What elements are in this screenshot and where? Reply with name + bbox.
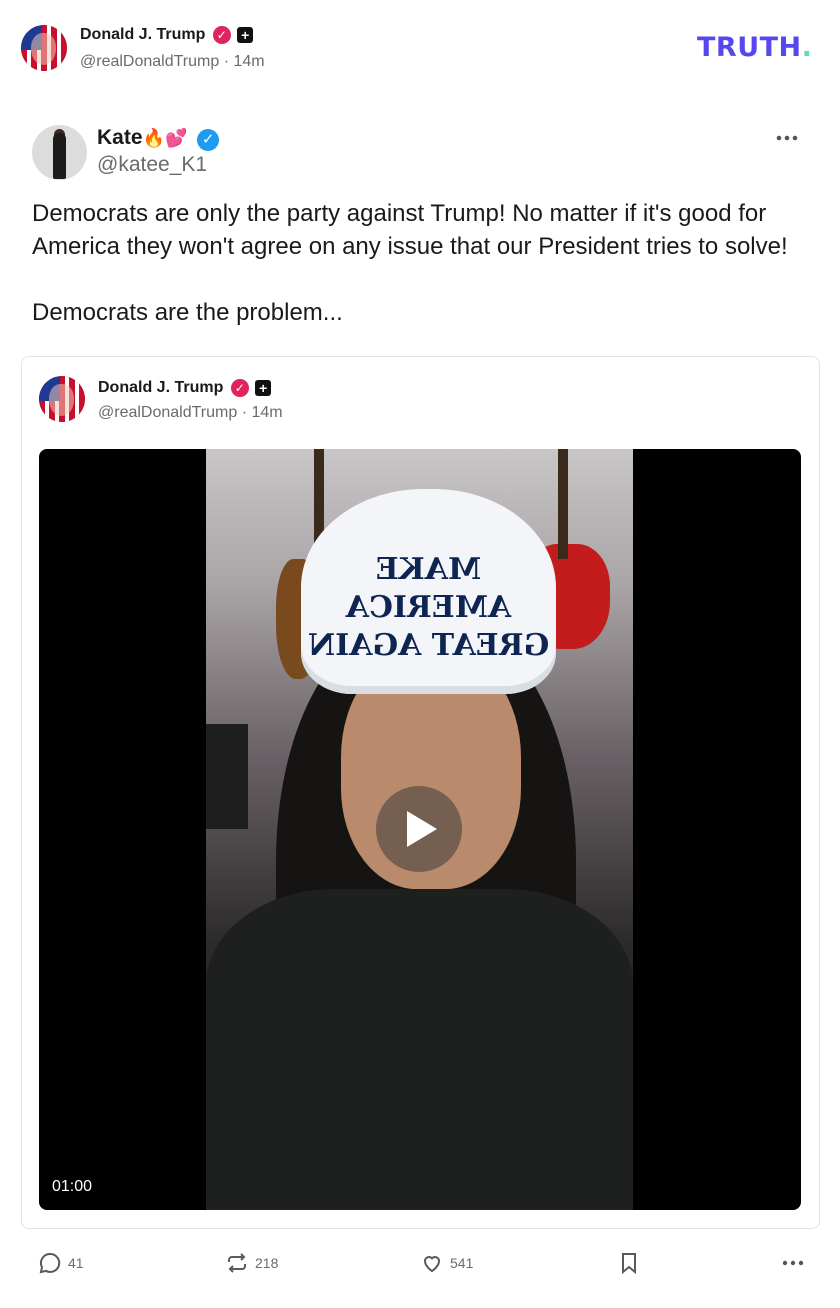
header-separator: · xyxy=(223,53,230,70)
more-actions-button[interactable] xyxy=(779,1253,807,1273)
bookmark-icon xyxy=(622,1253,636,1275)
more-options-button[interactable] xyxy=(772,128,804,148)
header-handle-row: @realDonaldTrump · 14m xyxy=(80,52,265,72)
hat-text: MAKE AMERICA GREAT AGAIN xyxy=(301,551,556,665)
quote-separator: · xyxy=(241,404,248,421)
retruth-button[interactable]: 218 xyxy=(225,1251,278,1275)
like-count: 541 xyxy=(450,1255,474,1271)
speaker xyxy=(206,724,248,829)
quoted-post-card[interactable]: Donald J. Trump ✓ + @realDonaldTrump · 1… xyxy=(21,356,820,1229)
like-button[interactable]: 541 xyxy=(420,1251,473,1275)
post-author-name[interactable]: Kate xyxy=(97,126,143,149)
post-text-line-3: Democrats are the problem... xyxy=(32,299,343,326)
hat-line-2: GREAT AGAIN xyxy=(307,628,550,663)
verified-badge-icon: ✓ xyxy=(230,378,249,397)
reply-button[interactable]: 41 xyxy=(38,1251,84,1275)
play-button[interactable] xyxy=(376,786,462,872)
post-author-handle[interactable]: @katee_K1 xyxy=(97,152,207,178)
person-hat: MAKE AMERICA GREAT AGAIN xyxy=(301,489,556,694)
quote-time[interactable]: 14m xyxy=(252,404,283,421)
plus-badge-icon: + xyxy=(237,26,254,43)
plus-badge-icon: + xyxy=(255,379,272,396)
header-author[interactable]: Donald J. Trump ✓ + xyxy=(80,25,254,45)
reply-count: 41 xyxy=(68,1255,84,1271)
kate-avatar[interactable] xyxy=(32,125,87,180)
quote-handle-row: @realDonaldTrump · 14m xyxy=(98,403,283,423)
truth-logo[interactable]: TRUTH. xyxy=(697,32,812,63)
quote-author-name[interactable]: Donald J. Trump xyxy=(98,379,223,396)
avatar-figure xyxy=(53,133,66,179)
more-horizontal-icon xyxy=(776,135,798,141)
logo-dot: . xyxy=(801,32,813,63)
more-horizontal-icon xyxy=(782,1260,804,1266)
post-text-line-1: Democrats are only the party against Tru… xyxy=(32,200,767,227)
bookmark-button[interactable] xyxy=(617,1251,641,1275)
header-author-handle[interactable]: @realDonaldTrump xyxy=(80,53,219,70)
retruth-count: 218 xyxy=(255,1255,279,1271)
video-duration: 01:00 xyxy=(52,1178,93,1195)
reply-icon xyxy=(39,1252,61,1274)
post-text-line-2: America they won't agree on any issue th… xyxy=(32,233,788,260)
header-author-name[interactable]: Donald J. Trump xyxy=(80,26,205,43)
person-shirt xyxy=(206,889,633,1210)
blue-check-icon: ✓ xyxy=(197,129,220,151)
logo-text: TRUTH xyxy=(697,32,802,63)
quote-author[interactable]: Donald J. Trump ✓ + xyxy=(98,378,272,398)
post-author-emoji: 🔥💕 xyxy=(142,128,188,148)
play-icon xyxy=(407,811,437,847)
header-time[interactable]: 14m xyxy=(234,53,265,70)
hat-line-1: MAKE AMERICA xyxy=(345,552,512,625)
retruth-icon xyxy=(228,1253,246,1273)
heart-icon xyxy=(423,1256,441,1273)
trump-avatar[interactable] xyxy=(21,25,67,71)
post-author[interactable]: Kate🔥💕 ✓ xyxy=(97,125,220,151)
verified-badge-icon: ✓ xyxy=(212,25,231,44)
quote-author-avatar[interactable] xyxy=(39,376,85,422)
video-player[interactable]: MAKE AMERICA GREAT AGAIN 01:00 xyxy=(39,449,801,1210)
quote-author-handle[interactable]: @realDonaldTrump xyxy=(98,404,237,421)
post-text: Democrats are only the party against Tru… xyxy=(32,197,822,329)
guitar-neck-right xyxy=(558,449,568,559)
